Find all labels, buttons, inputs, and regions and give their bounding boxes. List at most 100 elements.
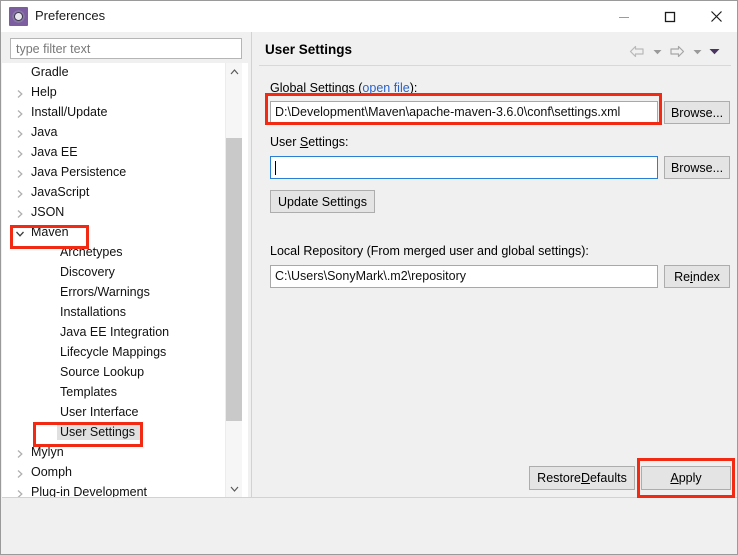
panel-divider bbox=[251, 32, 252, 497]
minimize-button[interactable] bbox=[601, 1, 647, 32]
tree-item-discovery[interactable]: Discovery bbox=[2, 263, 227, 283]
label-part: ndex bbox=[692, 269, 720, 284]
preferences-dialog: Preferences type filter text Gradle Help I… bbox=[0, 0, 738, 555]
chevron-right-icon[interactable] bbox=[15, 448, 25, 458]
tree-item-json[interactable]: JSON bbox=[2, 203, 227, 223]
tree-scrollbar[interactable] bbox=[225, 63, 242, 497]
scroll-up-button[interactable] bbox=[226, 63, 242, 80]
tree-item-user-settings[interactable]: User Settings bbox=[2, 423, 227, 443]
tree-item-source-lookup[interactable]: Source Lookup bbox=[2, 363, 227, 383]
global-settings-browse-button[interactable]: Browse... bbox=[664, 101, 730, 124]
label-mnemonic: A bbox=[670, 471, 679, 485]
user-settings-browse-button[interactable]: Browse... bbox=[664, 156, 730, 179]
user-settings-label: User Settings: bbox=[270, 135, 349, 149]
tree-item-help[interactable]: Help bbox=[2, 83, 227, 103]
back-button[interactable] bbox=[627, 43, 647, 60]
tree-item-label: Oomph bbox=[31, 465, 72, 479]
tree-item-label: Discovery bbox=[60, 265, 115, 279]
back-history-button[interactable] bbox=[650, 43, 664, 60]
panel-navigation bbox=[627, 43, 721, 60]
text-cursor bbox=[275, 161, 276, 175]
filter-placeholder: type filter text bbox=[16, 42, 91, 56]
chevron-down-icon bbox=[230, 486, 238, 492]
tree-item-errors-warnings[interactable]: Errors/Warnings bbox=[2, 283, 227, 303]
tree-item-install-update[interactable]: Install/Update bbox=[2, 103, 227, 123]
reindex-button[interactable]: Re i ndex bbox=[664, 265, 730, 288]
tree-item-label: Source Lookup bbox=[60, 365, 145, 379]
forward-arrow-icon bbox=[670, 45, 685, 58]
scroll-down-button[interactable] bbox=[226, 480, 242, 497]
tree-item-label: Install/Update bbox=[31, 105, 108, 119]
chevron-right-icon[interactable] bbox=[15, 488, 25, 497]
forward-button[interactable] bbox=[667, 43, 687, 60]
label-part: Re bbox=[674, 269, 691, 284]
tree-item-templates[interactable]: Templates bbox=[2, 383, 227, 403]
title-separator bbox=[259, 65, 731, 66]
chevron-right-icon[interactable] bbox=[15, 128, 25, 138]
scrollbar-thumb[interactable] bbox=[226, 138, 242, 421]
chevron-right-icon[interactable] bbox=[15, 188, 25, 198]
tree-item-installations[interactable]: Installations bbox=[2, 303, 227, 323]
tree-item-label: JSON bbox=[31, 205, 65, 219]
page-title: User Settings bbox=[265, 42, 353, 57]
restore-defaults-button[interactable]: Restore Defaults bbox=[529, 466, 635, 490]
chevron-down-icon[interactable] bbox=[15, 228, 25, 238]
update-settings-button[interactable]: Update Settings bbox=[270, 190, 375, 213]
chevron-right-icon[interactable] bbox=[15, 468, 25, 478]
tree-item-javascript[interactable]: JavaScript bbox=[2, 183, 227, 203]
maximize-icon bbox=[664, 11, 676, 22]
chevron-right-icon[interactable] bbox=[15, 88, 25, 98]
tree-item-maven[interactable]: Maven bbox=[2, 223, 227, 243]
window-title: Preferences bbox=[35, 8, 106, 23]
global-settings-label: Global Settings (open file): bbox=[270, 81, 417, 95]
chevron-right-icon[interactable] bbox=[15, 168, 25, 178]
chevron-right-icon[interactable] bbox=[15, 148, 25, 158]
tree-item-label: Gradle bbox=[31, 65, 69, 79]
tree-item-mylyn[interactable]: Mylyn bbox=[2, 443, 227, 463]
tree-item-label: Java Persistence bbox=[31, 165, 127, 179]
view-menu-button[interactable] bbox=[707, 43, 721, 60]
label-part: pply bbox=[678, 471, 702, 485]
tree-item-java-persistence[interactable]: Java Persistence bbox=[2, 163, 227, 183]
local-repository-input: C:\Users\SonyMark\.m2\repository bbox=[270, 265, 658, 288]
maximize-button[interactable] bbox=[647, 1, 693, 32]
preferences-gear-icon bbox=[9, 7, 28, 26]
label-part: Restore bbox=[537, 471, 581, 485]
close-icon bbox=[710, 11, 722, 22]
apply-button[interactable]: Apply bbox=[641, 466, 731, 490]
close-button[interactable] bbox=[693, 1, 737, 32]
label-part: ettings: bbox=[308, 135, 349, 149]
tree-item-plug-in-development[interactable]: Plug-in Development bbox=[2, 483, 227, 497]
chevron-right-icon[interactable] bbox=[15, 108, 25, 118]
preferences-tree[interactable]: Gradle Help Install/Update Java Java EE Java … bbox=[2, 63, 248, 497]
tree-item-java-ee-integration[interactable]: Java EE Integration bbox=[2, 323, 227, 343]
tree-item-archetypes[interactable]: Archetypes bbox=[2, 243, 227, 263]
tree-item-label: Maven bbox=[31, 225, 69, 239]
filter-input[interactable]: type filter text bbox=[10, 38, 242, 59]
tree-item-label: Installations bbox=[60, 305, 127, 319]
tree-item-label: Java bbox=[31, 125, 58, 139]
user-settings-input[interactable] bbox=[270, 156, 658, 179]
tree-item-label: Plug-in Development bbox=[31, 485, 148, 497]
forward-history-button[interactable] bbox=[690, 43, 704, 60]
tree-item-label: JavaScript bbox=[31, 185, 90, 199]
chevron-up-icon bbox=[230, 68, 238, 74]
tree-item-java[interactable]: Java bbox=[2, 123, 227, 143]
tree-item-java-ee[interactable]: Java EE bbox=[2, 143, 227, 163]
tree-item-label: Errors/Warnings bbox=[60, 285, 150, 299]
chevron-right-icon[interactable] bbox=[15, 208, 25, 218]
global-settings-input[interactable]: D:\Development\Maven\apache-maven-3.6.0\… bbox=[270, 101, 658, 124]
label-mnemonic: D bbox=[580, 471, 590, 485]
label-part: ): bbox=[409, 81, 418, 95]
tree-item-label: Lifecycle Mappings bbox=[60, 345, 167, 359]
tree-item-gradle[interactable]: Gradle bbox=[2, 63, 227, 83]
tree-item-user-interface[interactable]: User Interface bbox=[2, 403, 227, 423]
label-mnemonic: S bbox=[299, 135, 309, 149]
open-file-link[interactable]: open file bbox=[362, 81, 409, 95]
title-bar: Preferences bbox=[1, 1, 737, 32]
tree-item-lifecycle-mappings[interactable]: Lifecycle Mappings bbox=[2, 343, 227, 363]
chevron-down-icon bbox=[693, 49, 701, 54]
minimize-icon bbox=[619, 16, 629, 18]
tree-item-label: User Settings bbox=[57, 424, 141, 440]
tree-item-oomph[interactable]: Oomph bbox=[2, 463, 227, 483]
